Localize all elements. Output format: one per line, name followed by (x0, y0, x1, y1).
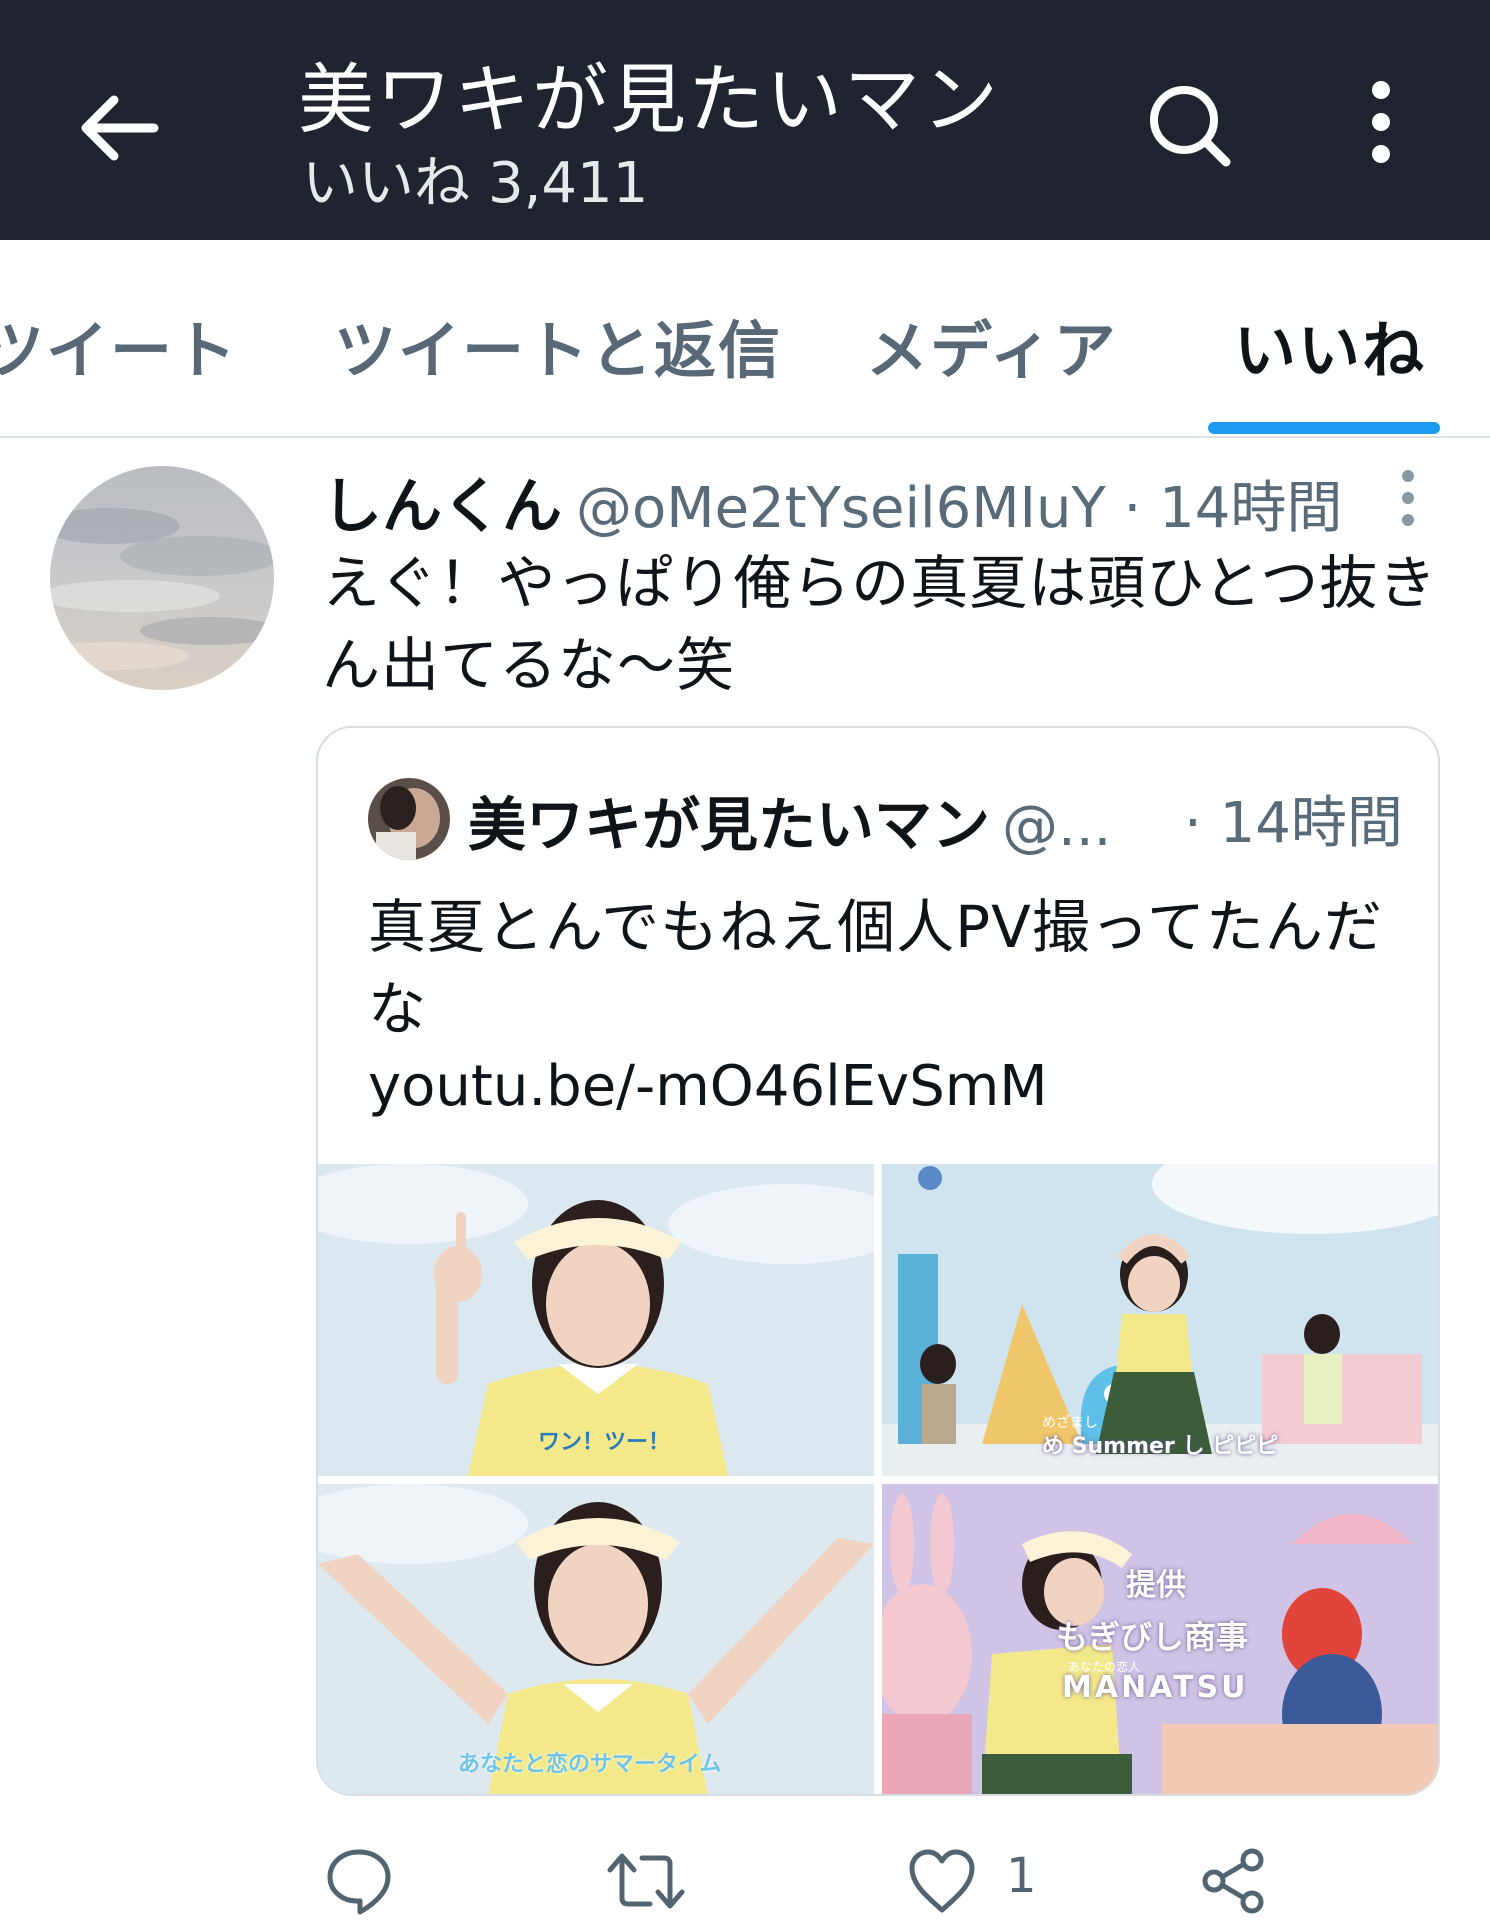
likes-count-label: いいね 3,411 (302, 138, 648, 219)
reply-button[interactable] (324, 1846, 394, 1916)
tab-tweets-and-replies[interactable]: ツイートと返信 (334, 300, 782, 390)
tweet-text: えぐ！やっぱり俺らの真夏は頭ひとつ抜きん出てるな〜笑 (322, 549, 1438, 699)
like-button[interactable] (906, 1846, 978, 1916)
search-icon (1150, 86, 1231, 167)
author-handle[interactable]: @oMe2tYseil6MIuY (576, 476, 1106, 541)
tweet-actions: 1 (316, 1846, 1440, 1916)
media-caption: め Summer し ピピピ (1042, 1434, 1279, 1459)
more-vertical-icon (1372, 81, 1390, 163)
quoted-author-name: 美ワキが見たいマン (468, 791, 991, 859)
retweet-button[interactable] (606, 1846, 686, 1916)
tab-media[interactable]: メディア (866, 300, 1118, 390)
tweet-time: · 14時間 (1123, 476, 1343, 541)
media-caption-mid: もぎびし商事 (1056, 1618, 1249, 1656)
arrow-left-icon (81, 95, 159, 161)
media-caption-top: 提供 (1126, 1568, 1186, 1603)
media-grid: ワン！ツー！ めざまし め Summer し ピピピ あなたと恋のサマータイム … (318, 1164, 1438, 1794)
active-tab-indicator (1208, 422, 1440, 434)
tab-likes[interactable]: いいね (1234, 300, 1426, 390)
media-thumbnail-3[interactable]: あなたと恋のサマータイム (318, 1484, 874, 1794)
tweet-header: しんくん @oMe2tYseil6MIuY · 14時間 (322, 458, 1342, 542)
share-button[interactable] (1198, 1846, 1268, 1916)
quoted-author-handle: @... (1002, 794, 1112, 859)
media-caption: ワン！ツー！ (538, 1430, 671, 1455)
avatar[interactable] (50, 466, 274, 690)
quoted-link[interactable]: youtu.be/-mO46lEvSmM (368, 1054, 1048, 1119)
heart-icon (909, 1849, 975, 1913)
more-vertical-icon (1402, 470, 1414, 526)
tweet-more-button[interactable] (1388, 466, 1428, 530)
media-caption-bottom: MANATSU (1062, 1670, 1249, 1705)
back-button[interactable] (70, 78, 170, 178)
search-button[interactable] (1140, 76, 1240, 176)
author-name[interactable]: しんくん (322, 472, 562, 542)
reply-icon (327, 1849, 391, 1915)
like-count: 1 (1006, 1848, 1037, 1904)
quoted-text: 真夏とんでもねえ個人PV撮ってたんだな (368, 893, 1383, 1043)
retweet-icon (607, 1853, 685, 1909)
tab-tweets[interactable]: ツイート (0, 300, 238, 390)
media-caption: あなたと恋のサマータイム (458, 1752, 722, 1777)
quoted-header: 美ワキが見たいマン @... (468, 778, 1112, 859)
media-thumbnail-4[interactable]: 提供 もぎびし商事 あなたの恋人 MANATSU (882, 1484, 1438, 1794)
share-icon (1202, 1848, 1264, 1914)
quoted-tweet[interactable]: 美ワキが見たいマン @... · 14時間 真夏とんでもねえ個人PV撮ってたんだな… (316, 726, 1440, 1796)
quoted-time: · 14時間 (1184, 791, 1403, 856)
likes-count: 3,411 (488, 151, 649, 216)
top-app-bar: 美ワキが見たいマン いいね 3,411 (0, 0, 1490, 240)
profile-name: 美ワキが見たいマン (298, 55, 1000, 144)
more-options-button[interactable] (1340, 76, 1422, 176)
media-thumbnail-2[interactable]: めざまし め Summer し ピピピ (882, 1164, 1438, 1476)
profile-tabs: ツイート ツイートと返信 メディア いいね (0, 240, 1490, 438)
media-thumbnail-1[interactable]: ワン！ツー！ (318, 1164, 874, 1476)
quoted-avatar[interactable] (368, 778, 450, 860)
likes-label: いいね (302, 151, 470, 216)
